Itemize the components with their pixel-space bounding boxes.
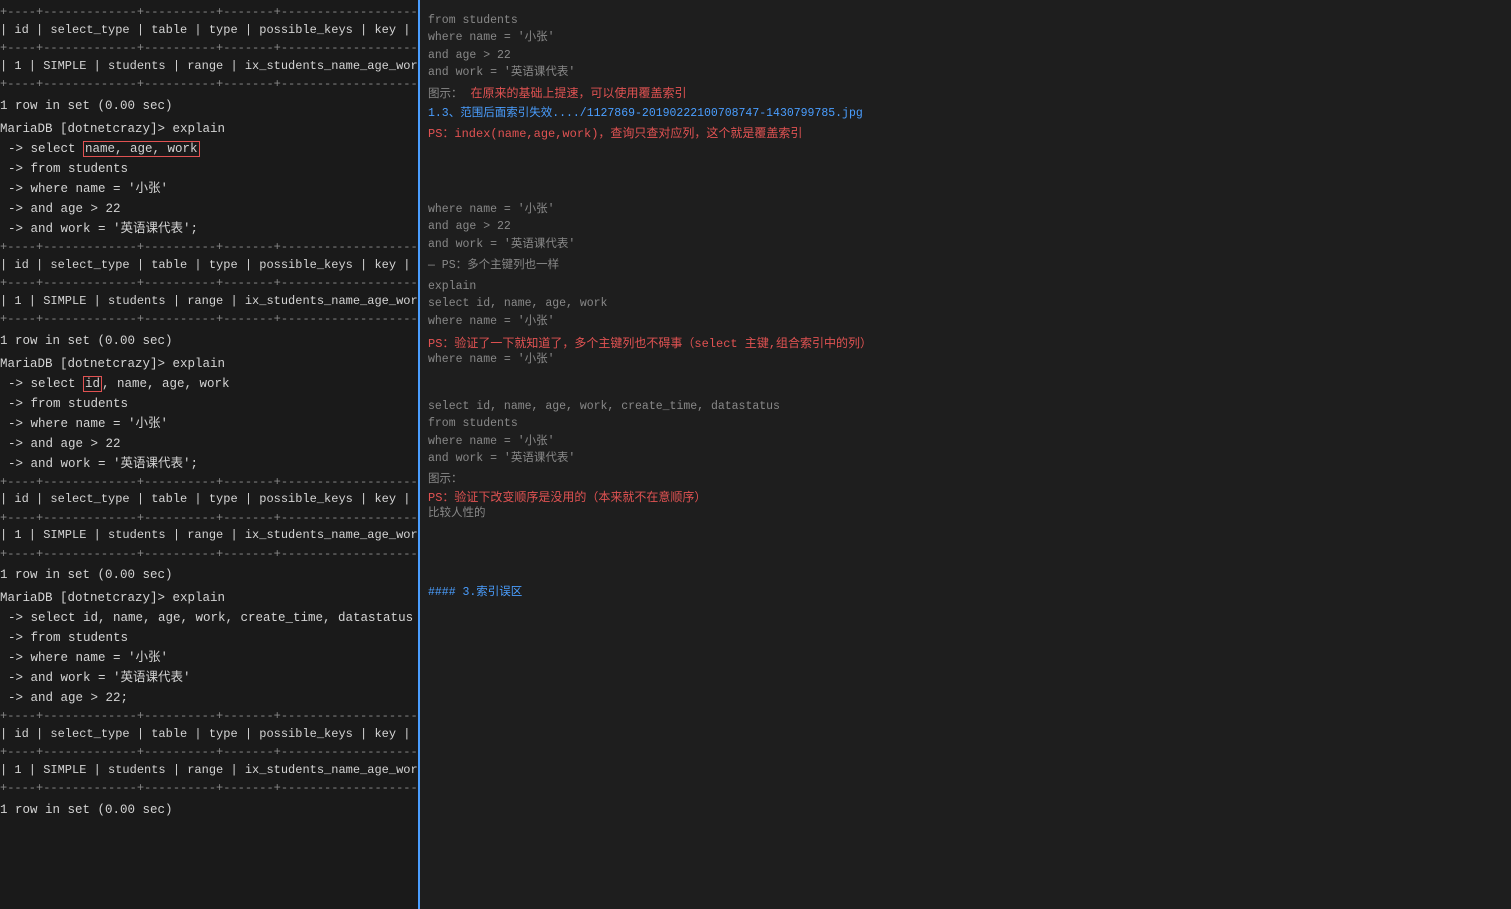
query-line-1-4: -> and age > 22 [0,199,418,219]
section2-table: +----+-------------+----------+-------+-… [0,239,418,328]
query-line-1-2: -> from students [0,159,418,179]
table-border-bot-3: +----+-------------+----------+-------+-… [0,546,418,563]
right-code-s2-2: and age > 22 [428,218,1503,235]
row-in-set-1: 1 row in set (0.00 sec) [0,93,418,119]
table-data-row-4: | 1 | SIMPLE | students | range | ix_stu… [0,761,418,780]
query-line-2-2: -> from students [0,394,418,414]
table-data-row-1: | 1 | SIMPLE | students | range | ix_stu… [0,57,418,76]
table-border-top-2: +----+-------------+----------+-------+-… [0,239,418,256]
right-code-3: and age > 22 [428,47,1503,64]
table-header-2: | id | select_type | table | type | poss… [0,256,418,275]
table-header-1: | id | select_type | table | type | poss… [0,21,418,40]
section4-table: +----+-------------+----------+-------+-… [0,708,418,797]
right-code-1: from students [428,12,1503,29]
table-header-4: | id | select_type | table | type | poss… [0,725,418,744]
right-label-show-1: 图示： [428,86,463,103]
main-container: +----+-------------+----------+-------+-… [0,0,1511,909]
table-header-3: | id | select_type | table | type | poss… [0,490,418,509]
right-ps-multi: — PS：多个主键列也一样 [428,257,1503,274]
table-border-mid-1: +----+-------------+----------+-------+-… [0,40,418,57]
table-border-top-4: +----+-------------+----------+-------+-… [0,708,418,725]
row-in-set-2: 1 row in set (0.00 sec) [0,328,418,354]
right-note-2: PS：验证了一下就知道了，多个主键列也不碍事（select 主键,组合索引中的列… [428,334,1503,351]
query-line-1-3: -> where name = '小张' [0,179,418,199]
right-code-s2-3: and work = '英语课代表' [428,236,1503,253]
query-line-3-4: -> and work = '英语课代表' [0,668,418,688]
right-code-s3-4: and work = '英语课代表' [428,450,1503,467]
query-line-1-5: -> and work = '英语课代表'; [0,219,418,239]
select-highlight-1: name, age, work [83,141,200,157]
right-explain-code-1: select id, name, age, work [428,295,1503,312]
right-show-label-3: 图示： [428,471,1503,488]
table-border-bot-2: +----+-------------+----------+-------+-… [0,311,418,328]
table-border-top-3: +----+-------------+----------+-------+-… [0,474,418,491]
table-border-mid-4: +----+-------------+----------+-------+-… [0,744,418,761]
right-section-title: #### 3.索引误区 [428,583,1503,599]
mariadb-prompt-2: MariaDB [dotnetcrazy]> explain [0,354,418,374]
right-annotation-panel: from students where name = '小张' and age … [420,0,1511,909]
mariadb-prompt-1: MariaDB [dotnetcrazy]> explain [0,119,418,139]
right-note-3b: 比较人性的 [428,505,1503,522]
row-in-set-3: 1 row in set (0.00 sec) [0,562,418,588]
right-explain-label: explain [428,278,1503,295]
section1-table: +----+-------------+----------+-------+-… [0,4,418,93]
table-data-row-3: | 1 | SIMPLE | students | range | ix_stu… [0,526,418,545]
right-explain-code-2: where name = '小张' [428,313,1503,330]
query-line-3-1: -> select id, name, age, work, create_ti… [0,608,418,628]
right-code-s2-1: where name = '小张' [428,201,1503,218]
table-border-mid-3: +----+-------------+----------+-------+-… [0,510,418,527]
left-terminal-panel: +----+-------------+----------+-------+-… [0,0,420,909]
table-border-mid-2: +----+-------------+----------+-------+-… [0,275,418,292]
query-line-2-5: -> and work = '英语课代表'; [0,454,418,474]
mariadb-prompt-3: MariaDB [dotnetcrazy]> explain [0,588,418,608]
right-code-4: and work = '英语课代表' [428,64,1503,81]
select-highlight-2: id [83,376,102,392]
right-note-1: PS：index(name,age,work)，查询只查对应列，这个就是覆盖索引 [428,124,1503,141]
right-code-s3-1: select id, name, age, work, create_time,… [428,398,1503,415]
query-line-3-2: -> from students [0,628,418,648]
section3-table: +----+-------------+----------+-------+-… [0,474,418,563]
right-note-3: PS：验证下改变顺序是没用的（本来就不在意顺序） [428,488,1503,505]
table-border-bot-1: +----+-------------+----------+-------+-… [0,76,418,93]
query-line-2-4: -> and age > 22 [0,434,418,454]
table-border-bot-4: +----+-------------+----------+-------+-… [0,780,418,797]
query-line-3-5: -> and age > 22; [0,688,418,708]
right-code-2: where name = '小张' [428,29,1503,46]
row-in-set-4: 1 row in set (0.00 sec) [0,797,418,823]
query-line-3-3: -> where name = '小张' [0,648,418,668]
right-comment-1: 在原来的基础上提速，可以使用覆盖索引 [471,85,687,104]
query-line-2-1: -> select id, name, age, work [0,374,418,394]
query-line-2-3: -> where name = '小张' [0,414,418,434]
query-line-1-1: -> select name, age, work [0,139,418,159]
right-link-1: 1.3、范围后面索引失效..../1127869-201902221007087… [428,104,1503,120]
right-code-s3-2: from students [428,415,1503,432]
table-border-top-1: +----+-------------+----------+-------+-… [0,4,418,21]
table-data-row-2: | 1 | SIMPLE | students | range | ix_stu… [0,292,418,311]
right-code-s3-3: where name = '小张' [428,433,1503,450]
right-where-code: where name = '小张' [428,351,1503,368]
